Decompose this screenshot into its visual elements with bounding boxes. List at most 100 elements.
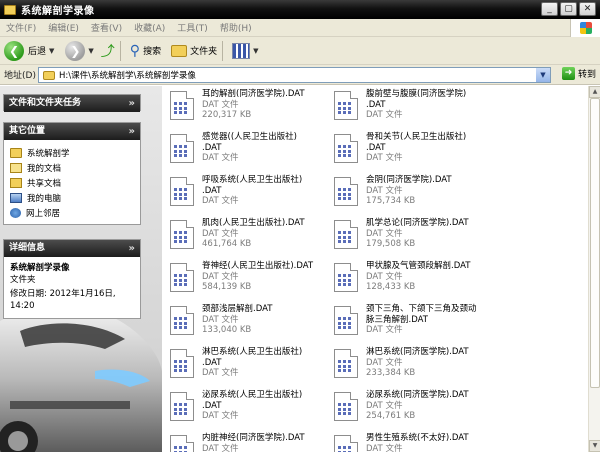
details-panel: 详细信息 系统解剖学录像 文件夹 修改日期: 2012年1月16日, 14:20 xyxy=(3,239,141,319)
up-folder-icon[interactable]: ⤴ xyxy=(101,41,115,61)
file-name: 淋巴系统(同济医学院).DAT xyxy=(366,347,469,357)
dat-file-icon xyxy=(334,435,358,452)
file-item[interactable]: 淋巴系统(人民卫生出版社) .DAT DAT 文件 xyxy=(166,344,331,386)
dat-file-icon xyxy=(334,91,358,120)
menu-file[interactable]: 文件(F) xyxy=(6,21,36,34)
menu-favorites[interactable]: 收藏(A) xyxy=(134,21,165,34)
file-name: 男性生殖系统(不太好).DAT xyxy=(366,433,469,443)
place-shared-documents[interactable]: 共享文档 xyxy=(10,175,140,190)
file-item[interactable]: 甲状腺及气管颈段解剖.DAT DAT 文件 128,433 KB xyxy=(330,258,495,300)
file-tasks-header[interactable]: 文件和文件夹任务 xyxy=(4,95,140,112)
minimize-button[interactable]: _ xyxy=(541,2,558,16)
computer-icon xyxy=(10,192,22,203)
forward-dropdown-icon[interactable]: ▼ xyxy=(88,47,93,55)
views-dropdown-icon[interactable]: ▼ xyxy=(253,47,258,55)
title-bar: 系统解剖学录像 _ ▢ ✕ xyxy=(0,0,600,19)
place-my-documents[interactable]: 我的文档 xyxy=(10,160,140,175)
vertical-scrollbar[interactable]: ▲ ▼ xyxy=(588,86,600,452)
file-item[interactable]: 脊神经(人民卫生出版社).DAT DAT 文件 584,139 KB xyxy=(166,258,331,300)
file-item[interactable]: 男性生殖系统(不太好).DAT DAT 文件 xyxy=(330,430,495,452)
toolbar-separator xyxy=(222,40,224,61)
scroll-down-icon[interactable]: ▼ xyxy=(589,440,600,452)
file-item[interactable]: 肌学总论(同济医学院).DAT DAT 文件 179,508 KB xyxy=(330,215,495,257)
documents-icon xyxy=(10,162,22,173)
place-my-computer[interactable]: 我的电脑 xyxy=(10,190,140,205)
toolbar-separator xyxy=(119,40,121,61)
address-bar: 地址(D) H:\课件\系统解剖学\系统解剖学录像 ▼ ➜ 转到 xyxy=(0,65,600,85)
file-name: 脊神经(人民卫生出版社).DAT xyxy=(202,261,314,271)
file-item[interactable]: 颈部浅层解剖.DAT DAT 文件 133,040 KB xyxy=(166,301,331,343)
dat-file-icon xyxy=(334,220,358,249)
back-dropdown-icon[interactable]: ▼ xyxy=(49,47,54,55)
file-name: .DAT xyxy=(202,185,222,196)
dat-file-icon xyxy=(334,392,358,421)
network-icon xyxy=(10,207,21,218)
file-name: .DAT xyxy=(202,357,222,368)
file-size: 584,139 KB xyxy=(202,282,252,292)
folders-icon xyxy=(171,44,188,57)
scroll-up-icon[interactable]: ▲ xyxy=(589,86,600,98)
file-name: 肌学总论(同济医学院).DAT xyxy=(366,218,469,228)
dat-file-icon xyxy=(170,435,194,452)
file-type: DAT 文件 xyxy=(202,196,239,206)
file-type: DAT 文件 xyxy=(202,411,239,421)
forward-arrow-icon: ❯ xyxy=(65,40,86,61)
scroll-thumb[interactable] xyxy=(590,98,600,388)
file-name: 颈下三角、下颌下三角及颈动 xyxy=(366,304,477,314)
file-size: 128,433 KB xyxy=(366,282,416,292)
file-item[interactable]: 肌肉(人民卫生出版社).DAT DAT 文件 461,764 KB xyxy=(166,215,331,257)
file-item[interactable]: 骨和关节(人民卫生出版社) .DAT DAT 文件 xyxy=(330,129,495,171)
file-item[interactable]: 呼吸系统(人民卫生出版社) .DAT DAT 文件 xyxy=(166,172,331,214)
window-controls: _ ▢ ✕ xyxy=(541,2,596,16)
search-label: 搜索 xyxy=(143,47,162,57)
address-input[interactable]: H:\课件\系统解剖学\系统解剖学录像 ▼ xyxy=(38,67,551,83)
address-dropdown-icon[interactable]: ▼ xyxy=(536,68,550,82)
file-tasks-panel: 文件和文件夹任务 xyxy=(3,94,141,112)
file-type: DAT 文件 xyxy=(202,314,239,325)
file-item[interactable]: 泌尿系统(人民卫生出版社) .DAT DAT 文件 xyxy=(166,387,331,429)
file-size: 254,761 KB xyxy=(366,411,416,421)
file-type: DAT 文件 xyxy=(366,153,403,163)
file-type: DAT 文件 xyxy=(202,153,239,163)
views-button[interactable]: ▼ xyxy=(232,42,261,59)
maximize-button[interactable]: ▢ xyxy=(560,2,577,16)
go-button[interactable]: ➜ 转到 xyxy=(561,67,596,80)
file-type: DAT 文件 xyxy=(366,228,403,239)
details-name: 系统解剖学录像 xyxy=(10,263,70,273)
file-name: 呼吸系统(人民卫生出版社) xyxy=(202,175,303,185)
window-title: 系统解剖学录像 xyxy=(21,6,95,17)
back-button[interactable]: ❮ 后退 ▼ xyxy=(4,40,57,61)
details-header[interactable]: 详细信息 xyxy=(4,240,140,257)
file-item[interactable]: 淋巴系统(同济医学院).DAT DAT 文件 233,384 KB xyxy=(330,344,495,386)
menu-view[interactable]: 查看(V) xyxy=(91,21,122,34)
file-type: DAT 文件 xyxy=(202,271,239,282)
menu-edit[interactable]: 编辑(E) xyxy=(48,21,79,34)
file-item[interactable]: 腹前壁与腹膜(同济医学院) .DAT DAT 文件 xyxy=(330,86,495,128)
file-name: 感觉器((人民卫生出版社) xyxy=(202,132,297,142)
file-item[interactable]: 感觉器((人民卫生出版社) .DAT DAT 文件 xyxy=(166,129,331,171)
dat-file-icon xyxy=(170,263,194,292)
file-type: DAT 文件 xyxy=(202,99,239,110)
menu-help[interactable]: 帮助(H) xyxy=(220,21,252,34)
dat-file-icon xyxy=(334,177,358,206)
dat-file-icon xyxy=(334,306,358,335)
close-button[interactable]: ✕ xyxy=(579,2,596,16)
file-item[interactable]: 内脏神经(同济医学院).DAT DAT 文件 xyxy=(166,430,331,452)
forward-button[interactable]: ❯ ▼ xyxy=(61,40,96,61)
menu-tools[interactable]: 工具(T) xyxy=(177,21,208,34)
file-name: 会阴(同济医学院).DAT xyxy=(366,175,452,185)
place-network[interactable]: 网上邻居 xyxy=(10,205,140,220)
other-places-header[interactable]: 其它位置 xyxy=(4,123,140,140)
file-item[interactable]: 泌尿系统(同济医学院).DAT DAT 文件 254,761 KB xyxy=(330,387,495,429)
file-type: DAT 文件 xyxy=(366,271,403,282)
file-item[interactable]: 颈下三角、下颌下三角及颈动 脉三角解剖.DAT DAT 文件 xyxy=(330,301,495,343)
file-type: DAT 文件 xyxy=(202,443,239,452)
file-item[interactable]: 会阴(同济医学院).DAT DAT 文件 175,734 KB xyxy=(330,172,495,214)
folders-button[interactable]: 文件夹 xyxy=(171,44,217,57)
place-system-anatomy[interactable]: 系统解剖学 xyxy=(10,145,140,160)
file-item[interactable]: 耳的解剖(同济医学院).DAT DAT 文件 220,317 KB xyxy=(166,86,331,128)
dat-file-icon xyxy=(170,134,194,163)
file-name: .DAT xyxy=(202,400,222,411)
search-button[interactable]: ⚲ 搜索 xyxy=(130,43,161,59)
go-label: 转到 xyxy=(577,70,596,80)
